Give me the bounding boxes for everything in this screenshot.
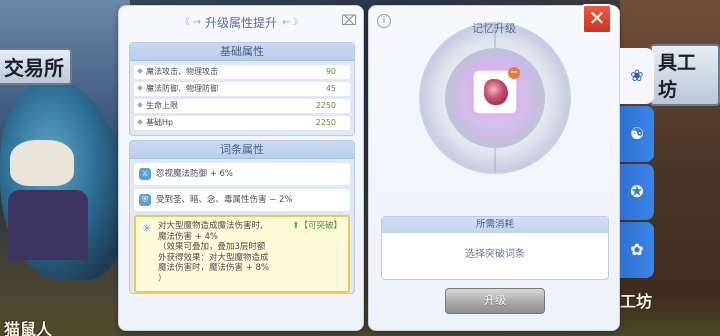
entry-line: 外获得效果：对大型魔物造成 <box>158 252 269 263</box>
card-tab-icon: ✿ <box>630 240 644 259</box>
stat-label: 基础Hp <box>146 118 174 127</box>
stat-value: 2250 <box>315 101 336 110</box>
entry-text: 受到圣、暗、念、毒属性伤害 − 2% <box>156 195 293 205</box>
bullet-icon <box>137 68 143 74</box>
stat-label: 魔法防御、物理防御 <box>146 84 218 93</box>
stat-label: 魔法攻击、物理攻击 <box>146 67 218 76</box>
bullet-icon <box>137 102 143 108</box>
tab-card[interactable]: ✿ <box>620 222 654 278</box>
sword-icon: ⚔ <box>139 168 151 180</box>
cost-title: 所需消耗 <box>382 217 608 233</box>
remove-icon[interactable]: − <box>508 67 520 79</box>
entry-row: ⚔ 忽视魔法防御 + 6% <box>134 163 350 185</box>
stat-row: 基础Hp 2250 <box>134 116 350 130</box>
entry-line: 魔法伤害 + 4% <box>158 231 219 242</box>
bg-skull <box>10 140 74 186</box>
memory-upgrade-panel: i 记忆升级 − 所需消耗 选择突破词条 升级 <box>368 5 620 331</box>
attribute-panel-title: 升级属性提升 <box>204 15 277 30</box>
attribute-panel: ☾→ 升级属性提升 ←☽ ⌧ 基础属性 魔法攻击、物理攻击 90 魔法防御、物理… <box>118 5 364 331</box>
bullet-icon <box>137 119 143 125</box>
breakable-label: 【可突破】 <box>299 221 342 231</box>
base-attr-section: 基础属性 魔法攻击、物理攻击 90 魔法防御、物理防御 45 生命上限 2250… <box>129 42 355 136</box>
breakable-badge: ⬆【可突破】 <box>292 221 342 232</box>
base-attr-title: 基础属性 <box>130 43 354 61</box>
stat-label: 生命上限 <box>146 101 178 110</box>
title-deco-left-icon: ☾→ <box>184 16 201 28</box>
memory-gem-icon <box>484 79 508 105</box>
entry-line: ） <box>158 273 167 284</box>
workshop-sign: 具工坊 <box>650 44 720 106</box>
bullet-icon <box>137 85 143 91</box>
stat-row: 魔法攻击、物理攻击 90 <box>134 65 350 79</box>
stat-value: 45 <box>325 84 336 93</box>
snowflake-icon: ✳ <box>142 222 152 235</box>
attribute-panel-header: ☾→ 升级属性提升 ←☽ <box>119 10 363 34</box>
title-deco-right-icon: ←☽ <box>282 16 298 28</box>
tab-enchant[interactable]: ✪ <box>620 164 654 220</box>
tab-memory[interactable]: ❀ <box>620 48 654 104</box>
close-icon[interactable]: ⌧ <box>341 14 357 28</box>
cost-box: 所需消耗 选择突破词条 <box>381 216 609 280</box>
memory-item-slot[interactable]: − <box>473 67 520 114</box>
entry-attr-section: 词条属性 ⚔ 忽视魔法防御 + 6% ⛨ 受到圣、暗、念、毒属性伤害 − 2% … <box>129 140 355 294</box>
entry-text: 忽视魔法防御 + 6% <box>156 169 234 179</box>
npc-name-label: 猫鼠人 <box>4 320 53 336</box>
select-entry-prompt[interactable]: 选择突破词条 <box>382 233 608 277</box>
entry-row: ⛨ 受到圣、暗、念、毒属性伤害 − 2% <box>134 189 350 211</box>
memory-tab-icon: ❀ <box>630 66 644 85</box>
stat-value: 2250 <box>315 118 336 127</box>
stat-value: 90 <box>325 67 336 76</box>
bg-character <box>8 190 88 260</box>
tab-refine[interactable]: ☯ <box>620 106 654 162</box>
workshop-label: 工坊 <box>620 292 653 311</box>
enchant-tab-icon: ✪ <box>630 182 644 201</box>
stat-row: 魔法防御、物理防御 45 <box>134 82 350 96</box>
stat-row: 生命上限 2250 <box>134 99 350 113</box>
close-button[interactable]: ✕ <box>582 4 612 34</box>
refine-tab-icon: ☯ <box>629 124 645 143</box>
entry-attr-title: 词条属性 <box>130 141 354 159</box>
upgrade-button[interactable]: 升级 <box>445 288 545 314</box>
shield-icon: ⛨ <box>139 194 151 206</box>
entry-line: 魔法伤害时，魔法伤害 + 8% <box>158 263 270 273</box>
breakable-entry[interactable]: ✳ ⬆【可突破】 对大型魔物造成魔法伤害时, 魔法伤害 + 4% （效果可叠加，… <box>134 215 350 293</box>
exchange-sign: 交易所 <box>0 48 72 85</box>
entry-line: （效果可叠加，叠加3层时额 <box>158 242 266 252</box>
